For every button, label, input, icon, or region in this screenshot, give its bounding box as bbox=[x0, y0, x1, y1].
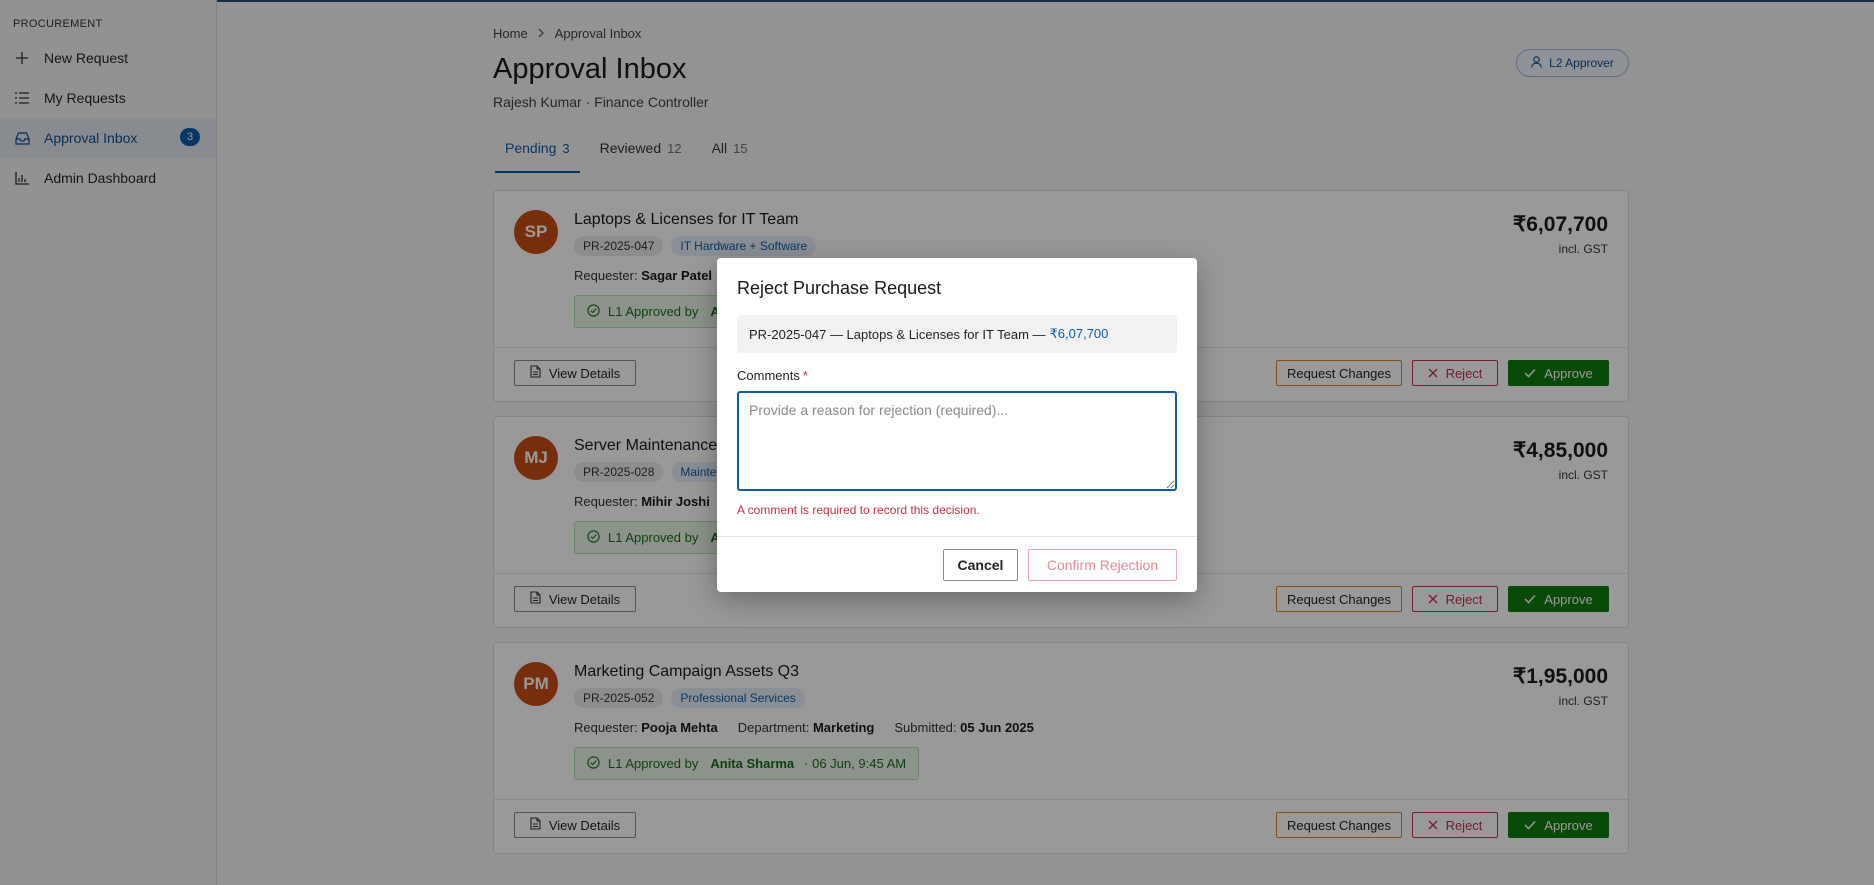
cancel-button[interactable]: Cancel bbox=[943, 549, 1018, 581]
dialog-divider bbox=[717, 536, 1197, 537]
comments-label-text: Comments bbox=[737, 368, 800, 383]
comments-label: Comments * bbox=[737, 368, 808, 383]
request-summary: PR-2025-047 — Laptops & Licenses for IT … bbox=[737, 315, 1177, 353]
summary-amount: ₹6,07,700 bbox=[1049, 326, 1109, 341]
confirm-rejection-button[interactable]: Confirm Rejection bbox=[1028, 549, 1177, 581]
dialog-title: Reject Purchase Request bbox=[737, 278, 942, 298]
validation-error: A comment is required to record this dec… bbox=[737, 503, 980, 517]
required-mark: * bbox=[802, 368, 808, 383]
reject-dialog: Reject Purchase Request PR-2025-047 — La… bbox=[717, 258, 1197, 592]
comments-textarea[interactable] bbox=[737, 391, 1177, 491]
summary-text: PR-2025-047 — Laptops & Licenses for IT … bbox=[749, 326, 1046, 342]
